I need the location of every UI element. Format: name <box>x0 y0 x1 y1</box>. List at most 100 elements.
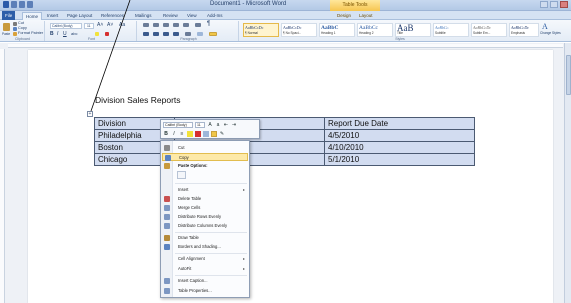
shading-icon[interactable] <box>197 32 203 36</box>
italic-icon[interactable]: I <box>171 131 177 137</box>
align-right-icon[interactable] <box>163 32 169 36</box>
style-subtitle[interactable]: AaBbCc. Subtitle <box>433 23 469 37</box>
minimize-icon[interactable] <box>540 1 548 8</box>
cut-icon[interactable] <box>13 22 17 26</box>
style-emphasis[interactable]: AaBbCcDc Emphasis <box>509 23 539 37</box>
menu-item-table-properties[interactable]: Table Properties... <box>162 287 248 295</box>
justify-icon[interactable] <box>173 32 179 36</box>
tab-review[interactable]: Review <box>160 12 181 20</box>
decrease-indent-icon[interactable] <box>173 23 179 27</box>
document-page[interactable] <box>28 50 553 303</box>
menu-item-insert-caption[interactable]: Insert Caption... <box>162 277 248 285</box>
undo-icon[interactable] <box>19 1 25 8</box>
increase-indent-icon[interactable] <box>183 23 189 27</box>
borders-icon[interactable] <box>211 131 217 137</box>
save-icon[interactable] <box>11 1 17 8</box>
decrease-indent-icon[interactable]: ⇤ <box>223 122 229 128</box>
change-styles-icon[interactable]: A <box>542 22 548 31</box>
tab-layout[interactable]: Layout <box>356 12 376 20</box>
strikethrough-icon[interactable]: abc <box>71 31 77 36</box>
font-color-icon[interactable] <box>195 131 201 137</box>
menu-item-delete-table[interactable]: Delete Table <box>162 195 248 203</box>
redo-icon[interactable] <box>27 1 33 8</box>
style-heading-1[interactable]: AaBbC Heading 1 <box>319 23 355 37</box>
change-styles-label[interactable]: Change Styles <box>540 31 561 35</box>
menu-item-copy[interactable]: Copy <box>162 153 248 161</box>
tab-file[interactable]: File <box>2 11 16 20</box>
font-color-icon[interactable] <box>105 32 109 36</box>
bold-icon[interactable]: B <box>163 131 169 137</box>
style-subtle-emphasis[interactable]: AaBbCcDc Subtle Em... <box>471 23 507 37</box>
shrink-font-icon[interactable]: A˅ <box>107 22 113 28</box>
grow-font-icon[interactable]: A˄ <box>97 22 103 28</box>
tab-page-layout[interactable]: Page Layout <box>64 12 95 20</box>
align-left-icon[interactable] <box>143 32 149 36</box>
tab-insert[interactable]: Insert <box>44 12 61 20</box>
numbering-icon[interactable] <box>153 23 159 27</box>
font-size-box[interactable]: 11 <box>84 23 94 29</box>
table-cell[interactable]: 4/10/2010 <box>324 141 475 154</box>
borders-icon[interactable] <box>209 32 217 36</box>
shrink-font-icon[interactable]: a <box>215 122 221 128</box>
paste-icon[interactable] <box>3 23 10 31</box>
bullets-icon[interactable] <box>143 23 149 27</box>
show-formatting-icon[interactable]: ¶ <box>207 21 210 27</box>
table-row[interactable]: Division Manager Report Due Date <box>94 117 475 130</box>
menu-item-draw-table[interactable]: Draw Table <box>162 234 248 242</box>
vertical-scrollbar[interactable] <box>564 43 571 303</box>
line-spacing-icon[interactable] <box>185 32 191 36</box>
table-cell[interactable]: 5/1/2010 <box>324 153 475 166</box>
grow-font-icon[interactable]: A <box>207 122 213 128</box>
shading-icon[interactable] <box>203 131 209 137</box>
format-painter-icon[interactable]: ✎ <box>219 131 225 137</box>
cut-label[interactable]: Cut <box>18 21 24 25</box>
tab-home[interactable]: Home <box>22 12 43 20</box>
style-heading-2[interactable]: AaBbCc Heading 2 <box>357 23 393 37</box>
mini-font-size[interactable]: 11 <box>195 122 205 128</box>
word-app-icon[interactable] <box>3 1 9 8</box>
format-painter-label[interactable]: Format Painter <box>18 31 43 35</box>
clear-format-icon[interactable]: Aa <box>119 22 125 28</box>
style-title[interactable]: AaB Title <box>395 23 431 37</box>
menu-item-distribute-rows[interactable]: Distribute Rows Evenly <box>162 213 248 221</box>
copy-label[interactable]: Copy <box>18 26 27 30</box>
menu-item-distribute-columns[interactable]: Distribute Columns Evenly <box>162 222 248 230</box>
menu-item-insert[interactable]: Insert ▸ <box>162 186 248 194</box>
highlight-color-icon[interactable] <box>95 32 99 36</box>
table-move-handle-icon[interactable]: + <box>87 111 93 117</box>
table-row[interactable]: Boston Mary Kelly 4/10/2010 <box>94 141 475 154</box>
paste-keep-formatting-icon[interactable] <box>177 171 186 179</box>
sales-table[interactable]: Division Manager Report Due Date Philade… <box>94 117 475 166</box>
sort-icon[interactable] <box>195 23 201 27</box>
table-row[interactable]: Philadelphia Andrew Ellis 4/5/2010 <box>94 129 475 142</box>
maximize-icon[interactable] <box>550 1 558 8</box>
tab-view[interactable]: View <box>184 12 200 20</box>
increase-indent-icon[interactable]: ⇥ <box>231 122 237 128</box>
tab-design[interactable]: Design <box>334 12 354 20</box>
menu-item-cell-alignment[interactable]: Cell Alignment ▸ <box>162 255 248 263</box>
highlight-color-icon[interactable] <box>187 131 193 137</box>
scrollbar-thumb[interactable] <box>566 55 571 95</box>
multilevel-list-icon[interactable] <box>163 23 169 27</box>
center-icon[interactable]: ≡ <box>179 131 185 137</box>
format-painter-icon[interactable] <box>13 32 17 36</box>
menu-item-borders-shading[interactable]: Borders and Shading... <box>162 243 248 251</box>
menu-item-cut[interactable]: Cut <box>162 144 248 152</box>
table-cell[interactable]: Report Due Date <box>324 117 475 130</box>
style-normal[interactable]: AaBbCcDc ¶ Normal <box>243 23 279 37</box>
close-icon[interactable] <box>560 1 568 8</box>
menu-item-merge-cells[interactable]: Merge Cells <box>162 204 248 212</box>
document-heading[interactable]: Division Sales Reports <box>95 95 181 105</box>
style-sample: AaBbCcDc <box>283 25 302 30</box>
font-name-box[interactable]: Calibri (Body) <box>50 23 82 29</box>
copy-icon[interactable] <box>13 27 17 31</box>
table-row[interactable]: Chicago Terrance Moran 5/1/2010 <box>94 153 475 166</box>
menu-item-autofit[interactable]: AutoFit ▸ <box>162 265 248 273</box>
align-center-icon[interactable] <box>153 32 159 36</box>
tab-add-ins[interactable]: Add-Ins <box>204 12 226 20</box>
mini-font-name[interactable]: Calibri (Body) <box>163 122 193 128</box>
style-no-spacing[interactable]: AaBbCcDc ¶ No Spaci... <box>281 23 317 37</box>
tab-mailings[interactable]: Mailings <box>132 12 155 20</box>
tab-references[interactable]: References <box>98 12 127 20</box>
table-cell[interactable]: 4/5/2010 <box>324 129 475 142</box>
